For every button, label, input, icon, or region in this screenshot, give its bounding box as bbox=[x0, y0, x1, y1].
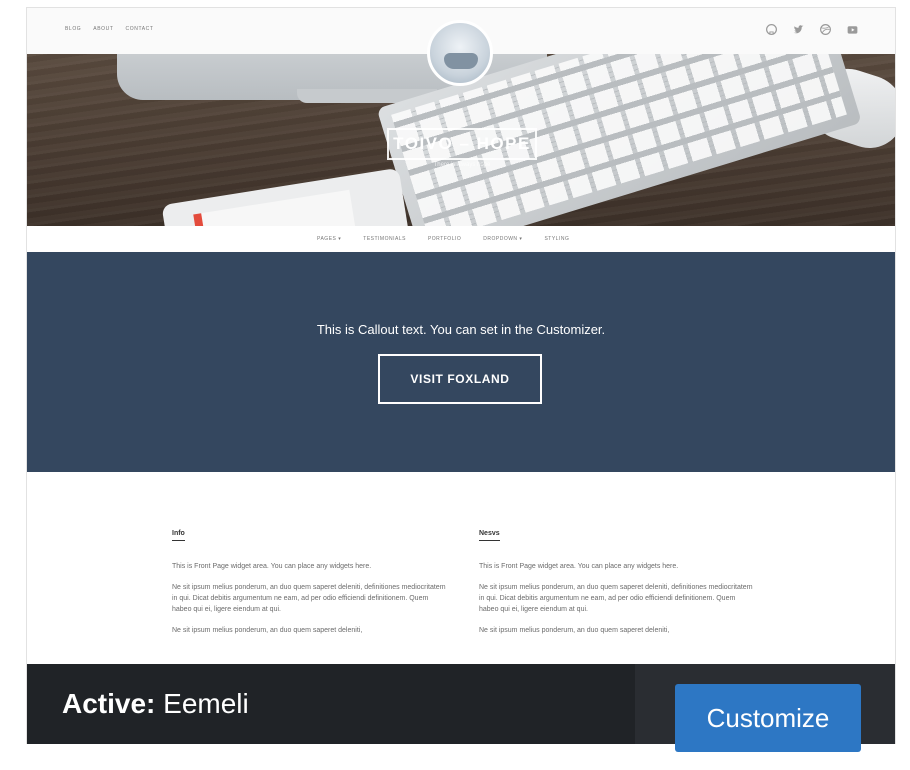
nav-item-dropdown[interactable]: DROPDOWN ▾ bbox=[483, 236, 522, 242]
callout-text: This is Callout text. You can set in the… bbox=[316, 322, 606, 337]
nav-item-styling[interactable]: STYLING bbox=[544, 236, 569, 242]
main-nav: PAGES ▾ TESTIMONIALS PORTFOLIO DROPDOWN … bbox=[27, 226, 895, 252]
widget-paragraph: Ne sit ipsum melius ponderum, an duo que… bbox=[172, 627, 363, 634]
site-tagline: There is always hope bbox=[433, 162, 491, 168]
tablet-screen bbox=[193, 189, 361, 226]
active-prefix: Active: bbox=[62, 688, 156, 719]
widget-paragraph: This is Front Page widget area. You can … bbox=[479, 563, 679, 570]
visit-foxland-button[interactable]: VISIT FOXLAND bbox=[378, 354, 542, 404]
widget-news: Nesvs This is Front Page widget area. Yo… bbox=[479, 528, 754, 646]
top-link-about[interactable]: ABOUT bbox=[93, 26, 113, 32]
youtube-icon[interactable] bbox=[846, 23, 859, 36]
github-icon[interactable] bbox=[765, 23, 778, 36]
twitter-icon[interactable] bbox=[792, 23, 805, 36]
widget-paragraph: Ne sit ipsum melius ponderum, an duo que… bbox=[479, 627, 670, 634]
top-links: BLOG ABOUT CONTACT bbox=[65, 26, 154, 32]
theme-status-bar: Active: Eemeli Customize bbox=[27, 664, 895, 752]
dribbble-icon[interactable] bbox=[819, 23, 832, 36]
avatar bbox=[427, 20, 493, 86]
widget-paragraph: This is Front Page widget area. You can … bbox=[172, 563, 372, 570]
active-theme-label: Active: Eemeli bbox=[62, 688, 249, 720]
front-page-widgets: Info This is Front Page widget area. You… bbox=[27, 472, 895, 672]
widget-info: Info This is Front Page widget area. You… bbox=[172, 528, 447, 646]
widget-paragraph: Ne sit ipsum melius ponderum, an duo que… bbox=[172, 584, 446, 613]
nav-item-testimonials[interactable]: TESTIMONIALS bbox=[363, 236, 406, 242]
widget-title: Nesvs bbox=[479, 528, 500, 541]
widget-title: Info bbox=[172, 528, 185, 541]
customize-button[interactable]: Customize bbox=[675, 684, 861, 752]
site-title[interactable]: TOIVO – HOPE bbox=[387, 128, 537, 160]
nav-item-pages[interactable]: PAGES ▾ bbox=[317, 236, 341, 242]
active-theme-name: Eemeli bbox=[163, 688, 249, 719]
callout-section: This is Callout text. You can set in the… bbox=[27, 252, 895, 472]
top-link-contact[interactable]: CONTACT bbox=[126, 26, 154, 32]
top-link-blog[interactable]: BLOG bbox=[65, 26, 81, 32]
theme-preview: BLOG ABOUT CONTACT TOIVO – HOPE There is… bbox=[27, 8, 895, 743]
social-icons bbox=[765, 23, 859, 36]
widget-paragraph: Ne sit ipsum melius ponderum, an duo que… bbox=[479, 584, 753, 613]
nav-item-portfolio[interactable]: PORTFOLIO bbox=[428, 236, 461, 242]
